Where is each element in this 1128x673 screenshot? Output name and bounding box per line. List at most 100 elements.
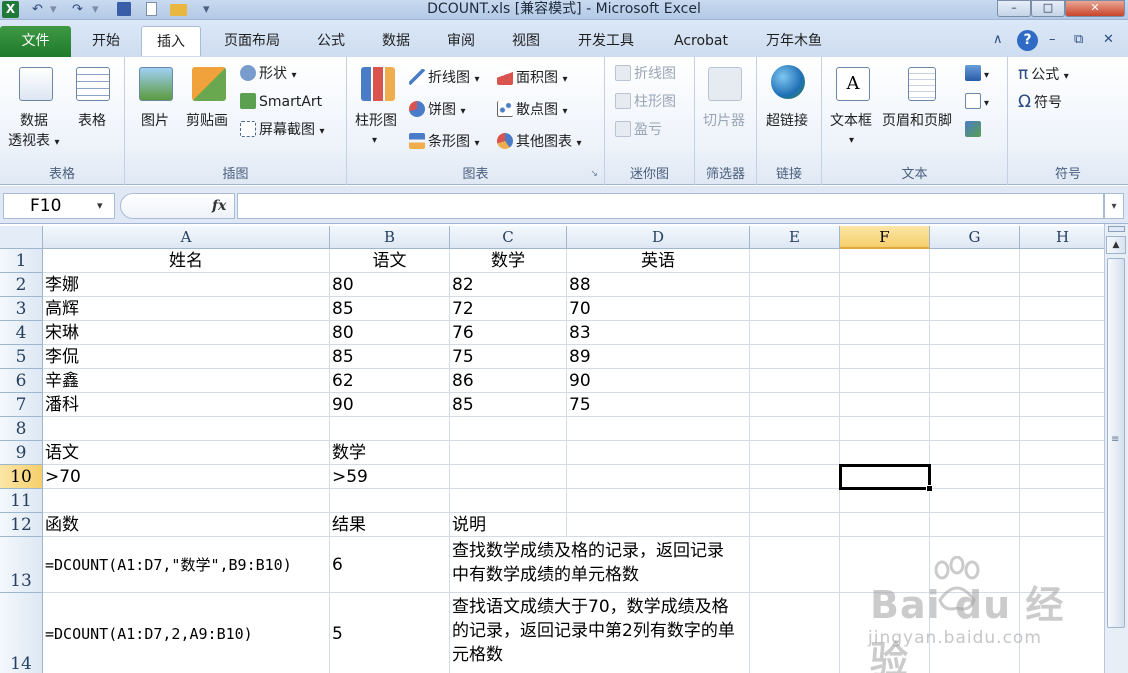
cell-a8[interactable] bbox=[43, 417, 330, 441]
wordart-button[interactable]: ▾ bbox=[965, 65, 989, 85]
cell-h14[interactable] bbox=[1020, 593, 1104, 673]
cell-f3[interactable] bbox=[840, 297, 930, 321]
cell-g2[interactable] bbox=[930, 273, 1020, 297]
cell-c5[interactable]: 75 bbox=[450, 345, 567, 369]
pie-chart-button[interactable]: 饼图 ▾ bbox=[409, 101, 465, 121]
cell-a10[interactable]: >70 bbox=[43, 465, 330, 489]
cell-e12[interactable] bbox=[750, 513, 840, 537]
minimize-button[interactable]: – bbox=[997, 0, 1031, 17]
cell-f7[interactable] bbox=[840, 393, 930, 417]
picture-button[interactable]: 图片 bbox=[141, 112, 169, 130]
clipart-button[interactable]: 剪贴画 bbox=[186, 112, 228, 130]
dialog-launcher-icon[interactable]: ↘ bbox=[590, 169, 598, 179]
cell-c4[interactable]: 76 bbox=[450, 321, 567, 345]
area-chart-button[interactable]: 面积图 ▾ bbox=[497, 69, 567, 89]
tab-acrobat[interactable]: Acrobat bbox=[660, 27, 742, 56]
cell-d7[interactable]: 75 bbox=[567, 393, 750, 417]
cell-a12[interactable]: 函数 bbox=[43, 513, 330, 537]
cell-a11[interactable] bbox=[43, 489, 330, 513]
cell-b2[interactable]: 80 bbox=[330, 273, 450, 297]
sparkline-line-button[interactable]: 折线图 bbox=[615, 65, 676, 83]
fill-handle[interactable] bbox=[926, 485, 933, 492]
textbox-button[interactable]: 文本框 bbox=[830, 112, 872, 130]
slicer-button[interactable]: 切片器 bbox=[703, 112, 745, 130]
header-footer-button[interactable]: 页眉和页脚 bbox=[882, 112, 952, 130]
cell-b5[interactable]: 85 bbox=[330, 345, 450, 369]
cell-h8[interactable] bbox=[1020, 417, 1104, 441]
workbook-restore-icon[interactable]: ⧉ bbox=[1074, 32, 1083, 47]
cell-d10[interactable] bbox=[567, 465, 750, 489]
sparkline-winloss-button[interactable]: 盈亏 bbox=[615, 121, 662, 139]
cell-e11[interactable] bbox=[750, 489, 840, 513]
cell-c3[interactable]: 72 bbox=[450, 297, 567, 321]
cell-e8[interactable] bbox=[750, 417, 840, 441]
cell-c11[interactable] bbox=[450, 489, 567, 513]
cell-e7[interactable] bbox=[750, 393, 840, 417]
cell-b4[interactable]: 80 bbox=[330, 321, 450, 345]
scroll-thumb[interactable]: ≡ bbox=[1107, 258, 1125, 628]
cell-h4[interactable] bbox=[1020, 321, 1104, 345]
column-header-d[interactable]: D bbox=[567, 226, 750, 249]
split-box[interactable] bbox=[1108, 226, 1125, 232]
cell-g6[interactable] bbox=[930, 369, 1020, 393]
worksheet-grid[interactable]: A B C D E F G H 1 2 3 4 5 6 7 8 9 10 11 12 13 14 姓名 语文 数学 英语 李娜 80… bbox=[0, 226, 1104, 673]
cell-a7[interactable]: 潘科 bbox=[43, 393, 330, 417]
cell-h5[interactable] bbox=[1020, 345, 1104, 369]
tab-home[interactable]: 开始 bbox=[78, 27, 134, 56]
line-chart-button[interactable]: 折线图 ▾ bbox=[409, 69, 479, 89]
sparkline-column-button[interactable]: 柱形图 bbox=[615, 93, 676, 111]
pivot-table-button[interactable]: 数据 bbox=[20, 112, 48, 130]
maximize-button[interactable]: □ bbox=[1031, 0, 1065, 17]
column-header-h[interactable]: H bbox=[1020, 226, 1104, 249]
cell-d3[interactable]: 70 bbox=[567, 297, 750, 321]
cell-g12[interactable] bbox=[930, 513, 1020, 537]
cell-f2[interactable] bbox=[840, 273, 930, 297]
tab-insert[interactable]: 插入 bbox=[141, 26, 201, 56]
cell-f6[interactable] bbox=[840, 369, 930, 393]
cell-d11[interactable] bbox=[567, 489, 750, 513]
workbook-minimize-icon[interactable]: – bbox=[1049, 32, 1056, 47]
cell-f9[interactable] bbox=[840, 441, 930, 465]
cell-a6[interactable]: 辛鑫 bbox=[43, 369, 330, 393]
cell-g13[interactable] bbox=[930, 537, 1020, 593]
cell-e4[interactable] bbox=[750, 321, 840, 345]
formula-input[interactable] bbox=[237, 193, 1104, 219]
workbook-close-icon[interactable]: ✕ bbox=[1103, 32, 1114, 47]
cell-f13[interactable] bbox=[840, 537, 930, 593]
row-header-11[interactable]: 11 bbox=[0, 489, 43, 513]
cell-b13[interactable]: 6 bbox=[330, 537, 450, 593]
cell-g7[interactable] bbox=[930, 393, 1020, 417]
tab-developer[interactable]: 开发工具 bbox=[563, 27, 649, 56]
cell-d6[interactable]: 90 bbox=[567, 369, 750, 393]
cell-e5[interactable] bbox=[750, 345, 840, 369]
row-header-6[interactable]: 6 bbox=[0, 369, 43, 393]
cell-b1[interactable]: 语文 bbox=[330, 249, 450, 273]
cell-a4[interactable]: 宋琳 bbox=[43, 321, 330, 345]
tab-formulas[interactable]: 公式 bbox=[302, 27, 360, 56]
cell-e6[interactable] bbox=[750, 369, 840, 393]
chevron-down-icon[interactable]: ▾ bbox=[372, 132, 377, 150]
cell-c7[interactable]: 85 bbox=[450, 393, 567, 417]
insert-function-icon[interactable]: fx bbox=[212, 193, 226, 219]
cell-f1[interactable] bbox=[840, 249, 930, 273]
cell-f5[interactable] bbox=[840, 345, 930, 369]
cell-a5[interactable]: 李侃 bbox=[43, 345, 330, 369]
cell-b11[interactable] bbox=[330, 489, 450, 513]
tab-review[interactable]: 审阅 bbox=[432, 27, 490, 56]
scatter-chart-button[interactable]: 散点图 ▾ bbox=[497, 101, 567, 121]
column-header-f[interactable]: F bbox=[840, 226, 930, 249]
tab-wannianmuyu[interactable]: 万年木鱼 bbox=[752, 27, 836, 56]
cell-d8[interactable] bbox=[567, 417, 750, 441]
cell-d5[interactable]: 89 bbox=[567, 345, 750, 369]
cell-h9[interactable] bbox=[1020, 441, 1104, 465]
cell-h11[interactable] bbox=[1020, 489, 1104, 513]
cell-e2[interactable] bbox=[750, 273, 840, 297]
cell-c9[interactable] bbox=[450, 441, 567, 465]
cell-b8[interactable] bbox=[330, 417, 450, 441]
tab-view[interactable]: 视图 bbox=[497, 27, 555, 56]
cell-c14[interactable]: 查找语文成绩大于70，数学成绩及格的记录，返回记录中第2列有数字的单元格数 bbox=[450, 593, 750, 673]
cell-g10[interactable] bbox=[930, 465, 1020, 489]
cell-d12[interactable] bbox=[567, 513, 750, 537]
other-charts-button[interactable]: 其他图表 ▾ bbox=[497, 133, 581, 153]
column-header-e[interactable]: E bbox=[750, 226, 840, 249]
